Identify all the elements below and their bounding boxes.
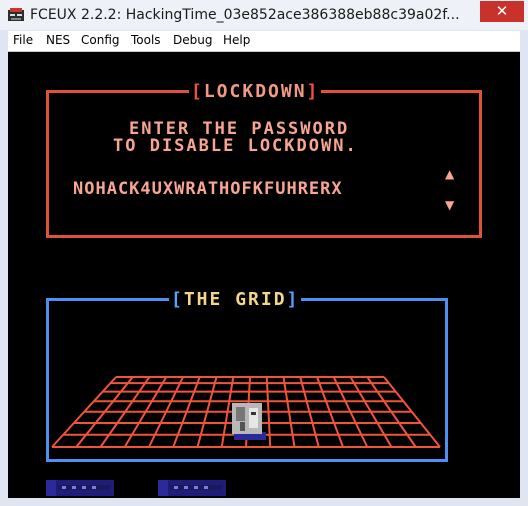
fceux-app-icon	[8, 8, 24, 21]
menu-debug[interactable]: Debug	[173, 33, 212, 47]
menu-help[interactable]: Help	[223, 33, 250, 47]
menu-bar: File NES Config Tools Debug Help	[8, 31, 520, 52]
menu-file[interactable]: File	[13, 33, 33, 47]
menu-nes[interactable]: NES	[46, 33, 70, 47]
status-bar-icons	[46, 480, 226, 496]
close-button[interactable]: ✕	[480, 1, 524, 22]
title-bar[interactable]: FCEUX 2.2.2: HackingTime_03e852ace386388…	[0, 0, 528, 30]
window-title: FCEUX 2.2.2: HackingTime_03e852ace386388…	[30, 7, 460, 23]
status-meter-left	[46, 480, 114, 496]
menu-config[interactable]: Config	[81, 33, 120, 47]
game-screen[interactable]: [LOCKDOWN] ENTER THE PASSWORD TO DISABLE…	[8, 52, 520, 498]
menu-tools[interactable]: Tools	[131, 33, 161, 47]
emulator-window: FCEUX 2.2.2: HackingTime_03e852ace386388…	[0, 0, 528, 506]
status-meter-right	[158, 480, 226, 496]
